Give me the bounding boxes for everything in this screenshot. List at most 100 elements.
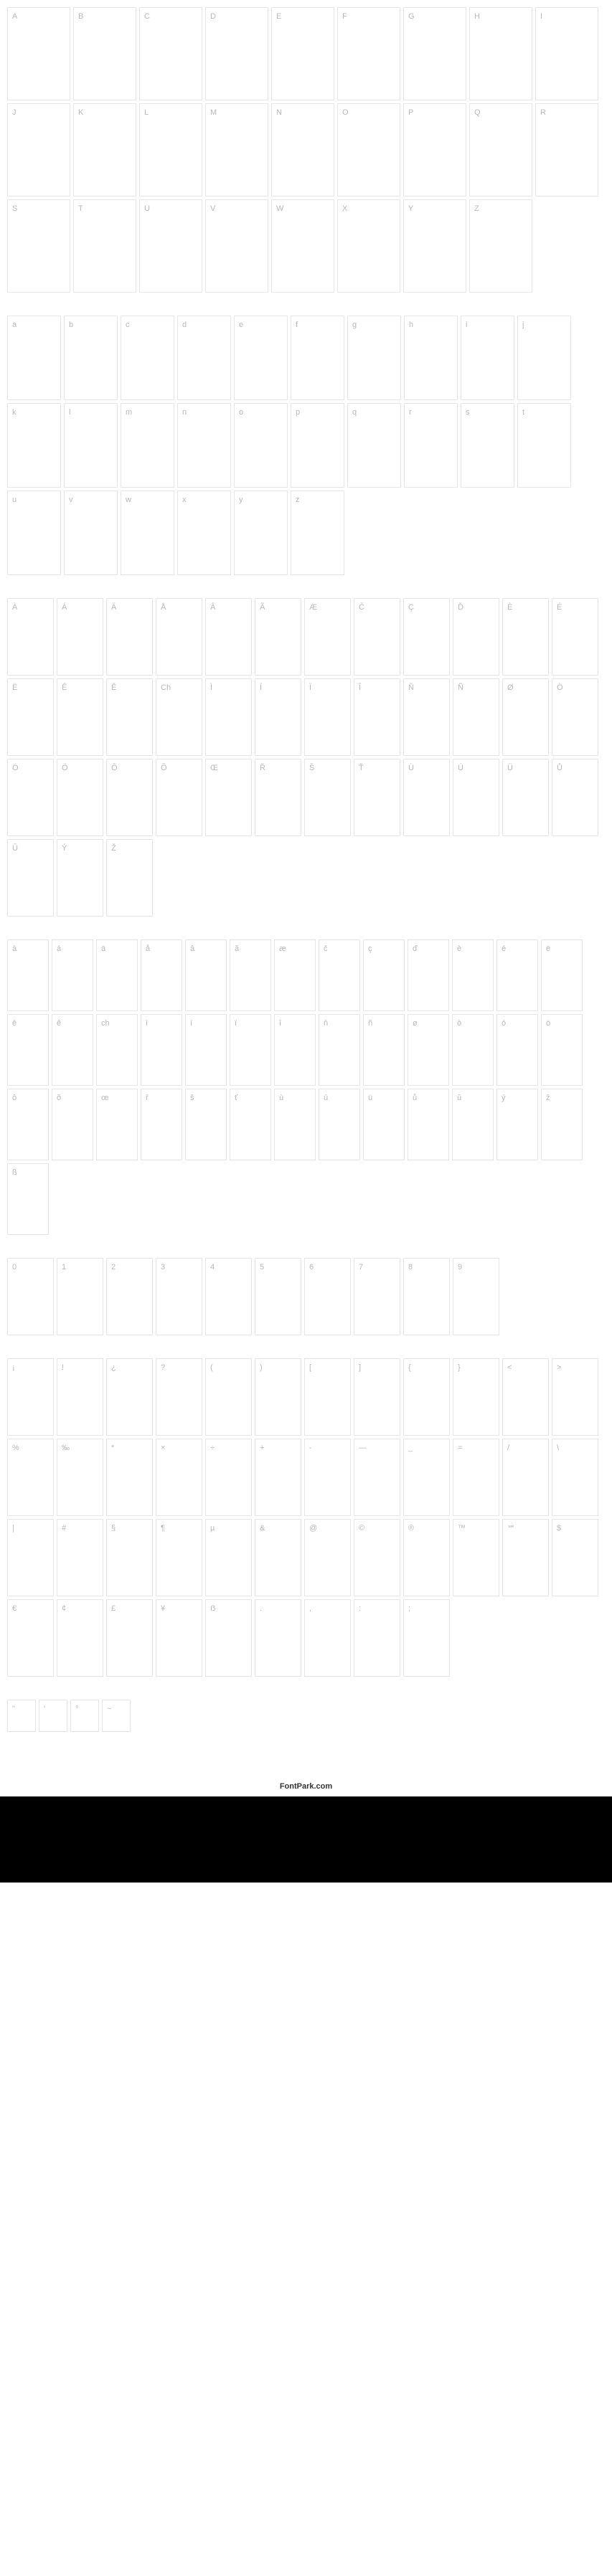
char-cell: œ bbox=[96, 1089, 138, 1160]
char-label: J bbox=[12, 108, 17, 117]
char-group: 0123456789 bbox=[7, 1258, 605, 1338]
char-label: û bbox=[457, 1094, 461, 1102]
char-cell: ú bbox=[319, 1089, 360, 1160]
char-cell: _ bbox=[403, 1439, 450, 1516]
char-label: Ì bbox=[210, 683, 212, 692]
char-cell: Ò bbox=[552, 678, 598, 756]
char-label: v bbox=[69, 496, 73, 504]
char-cell: x bbox=[177, 491, 231, 575]
char-label: Ä bbox=[111, 603, 116, 612]
char-label: æ bbox=[279, 944, 286, 953]
char-cell: š bbox=[185, 1089, 227, 1160]
char-label: V bbox=[210, 204, 215, 213]
char-label: Z bbox=[474, 204, 479, 213]
char-label: § bbox=[111, 1524, 116, 1533]
char-label: Ö bbox=[62, 764, 68, 772]
char-label: ( bbox=[210, 1363, 213, 1372]
char-cell: è bbox=[452, 939, 494, 1011]
char-cell: ch bbox=[96, 1014, 138, 1086]
char-cell: ë bbox=[541, 939, 583, 1011]
char-cell: ř bbox=[141, 1089, 182, 1160]
char-label: E bbox=[276, 12, 281, 21]
char-label: d bbox=[182, 321, 187, 329]
char-cell: 9 bbox=[453, 1258, 499, 1335]
char-group: ¡!¿?()[]{}<>%‰*×÷+-—_=/\|#§¶µ&@©®™℠$€¢£¥… bbox=[7, 1358, 605, 1680]
char-cell: X bbox=[337, 199, 400, 293]
char-label: k bbox=[12, 408, 17, 417]
char-cell: Ý bbox=[57, 839, 103, 917]
char-cell: @ bbox=[304, 1519, 351, 1596]
char-cell: F bbox=[337, 7, 400, 100]
char-cell: á bbox=[52, 939, 93, 1011]
char-label: É bbox=[557, 603, 562, 612]
char-label: ẞ bbox=[210, 1604, 216, 1613]
char-cell: É bbox=[552, 598, 598, 676]
char-label: e bbox=[239, 321, 243, 329]
char-label: ¶ bbox=[161, 1524, 165, 1533]
char-label: Ò bbox=[557, 683, 563, 692]
char-label: t bbox=[522, 408, 524, 417]
char-cell: y bbox=[234, 491, 288, 575]
char-cell: p bbox=[291, 403, 344, 488]
char-label: ú bbox=[324, 1094, 328, 1102]
char-cell: 5 bbox=[255, 1258, 301, 1335]
char-label: } bbox=[458, 1363, 461, 1372]
char-label: . bbox=[260, 1604, 262, 1613]
char-label: Ê bbox=[62, 683, 67, 692]
char-cell: \ bbox=[552, 1439, 598, 1516]
char-cell: ù bbox=[274, 1089, 316, 1160]
char-cell: U bbox=[139, 199, 202, 293]
char-label: I bbox=[540, 12, 542, 21]
char-label: ¡ bbox=[12, 1363, 15, 1372]
char-label: × bbox=[161, 1444, 165, 1452]
char-cell: & bbox=[255, 1519, 301, 1596]
char-label: Č bbox=[359, 603, 364, 612]
char-cell: M bbox=[205, 103, 268, 196]
char-label: Q bbox=[474, 108, 481, 117]
char-cell: N bbox=[271, 103, 334, 196]
char-cell: Ô bbox=[106, 759, 153, 836]
char-label: £ bbox=[111, 1604, 116, 1613]
char-label: Ň bbox=[408, 683, 414, 692]
char-cell: # bbox=[57, 1519, 103, 1596]
char-label: ch bbox=[101, 1019, 110, 1028]
char-group: ABCDEFGHIJKLMNOPQRSTUVWXYZ bbox=[7, 7, 605, 295]
char-cell: T bbox=[73, 199, 136, 293]
char-label: ñ bbox=[368, 1019, 372, 1028]
char-cell: 4 bbox=[205, 1258, 252, 1335]
char-label: [ bbox=[309, 1363, 311, 1372]
char-label: ň bbox=[324, 1019, 328, 1028]
char-cell: c bbox=[121, 316, 174, 400]
char-cell: — bbox=[354, 1439, 400, 1516]
char-cell: 2 bbox=[106, 1258, 153, 1335]
char-cell: ! bbox=[57, 1358, 103, 1436]
char-label: ó bbox=[502, 1019, 506, 1028]
char-cell: ' bbox=[39, 1700, 67, 1732]
char-cell: : bbox=[354, 1599, 400, 1677]
char-label: u bbox=[12, 496, 17, 504]
char-label: ' bbox=[44, 1705, 45, 1713]
char-group: "'°~ bbox=[7, 1700, 605, 1735]
char-cell: ; bbox=[403, 1599, 450, 1677]
char-label: ™ bbox=[458, 1524, 466, 1533]
char-cell: l bbox=[64, 403, 118, 488]
char-cell: ¶ bbox=[156, 1519, 202, 1596]
char-label: õ bbox=[57, 1094, 61, 1102]
char-label: P bbox=[408, 108, 413, 117]
char-cell: Â bbox=[205, 598, 252, 676]
char-cell: . bbox=[255, 1599, 301, 1677]
char-label: Ç bbox=[408, 603, 414, 612]
char-cell: s bbox=[461, 403, 514, 488]
char-label: Á bbox=[62, 603, 67, 612]
char-label: f bbox=[296, 321, 298, 329]
char-label: ď bbox=[413, 944, 418, 953]
char-cell: Ě bbox=[106, 678, 153, 756]
char-label: Ř bbox=[260, 764, 265, 772]
char-label: 0 bbox=[12, 1263, 17, 1272]
char-label: g bbox=[352, 321, 357, 329]
char-cell: H bbox=[469, 7, 532, 100]
char-label: , bbox=[309, 1604, 311, 1613]
char-label: 9 bbox=[458, 1263, 462, 1272]
char-label: ¿ bbox=[111, 1363, 116, 1372]
char-label: î bbox=[279, 1019, 281, 1028]
